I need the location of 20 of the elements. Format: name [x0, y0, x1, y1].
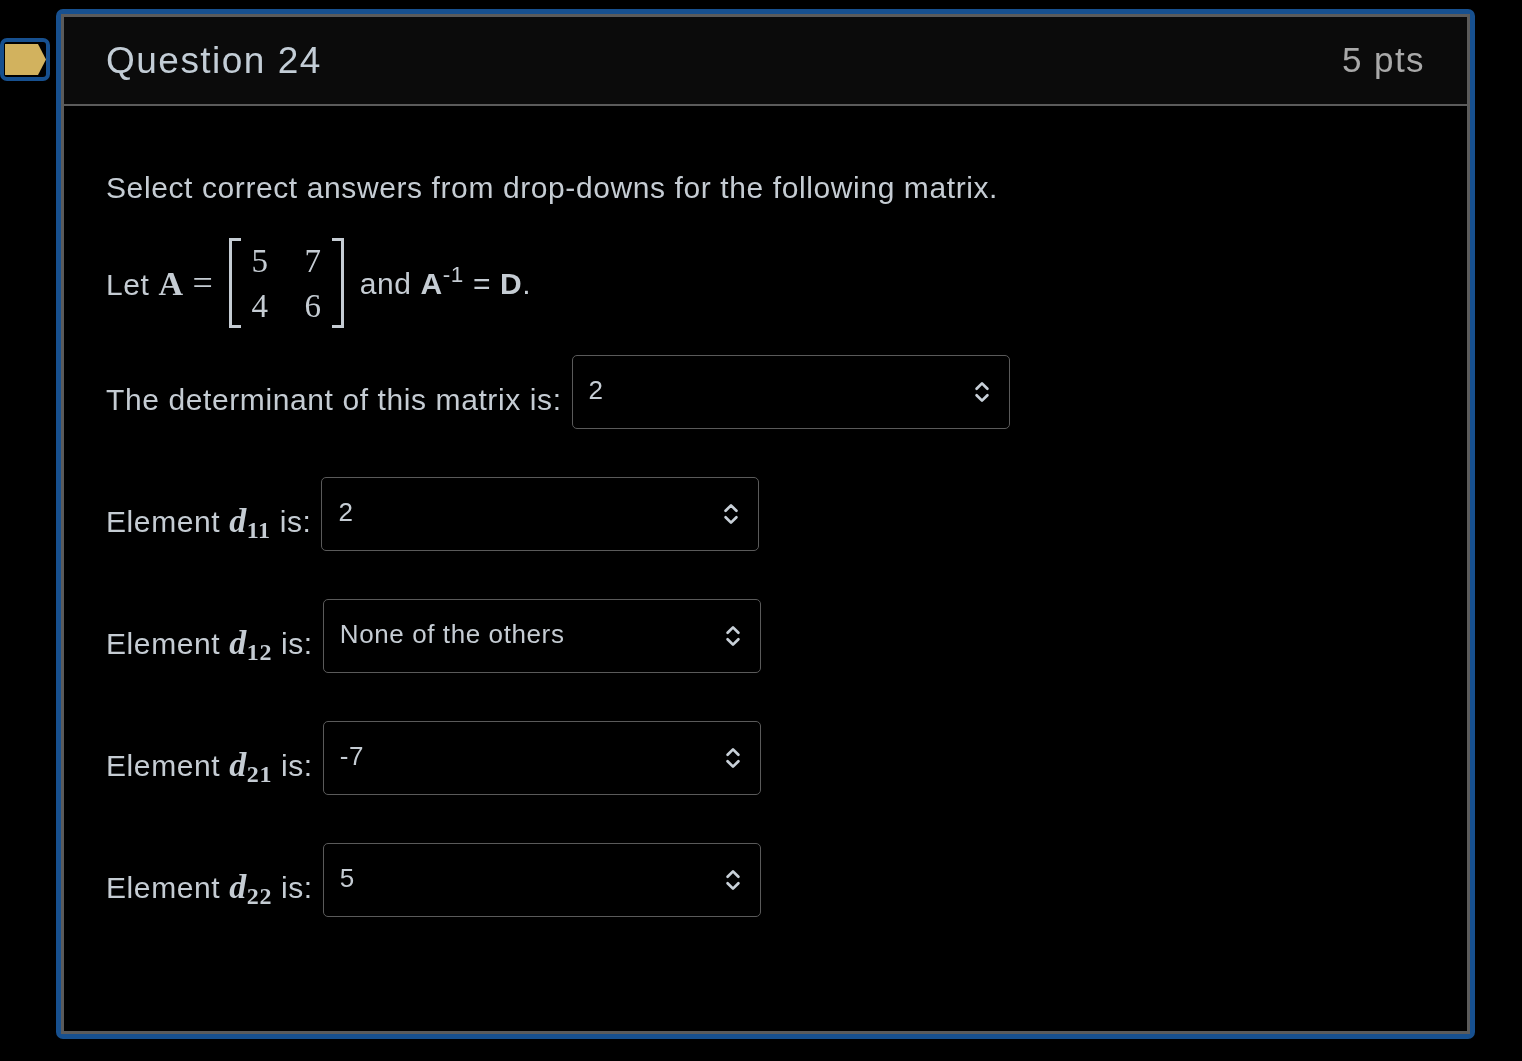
prompt-label: Element d$_{22}$ is: [106, 869, 313, 911]
points-label: 5 pts [1342, 39, 1425, 82]
answer-dropdown[interactable]: -7 [322, 721, 761, 795]
answer-dropdown[interactable]: 2 [321, 477, 760, 551]
matrix-entry: 6 [304, 286, 322, 326]
prompt-label: The determinant of this matrix is: [106, 382, 562, 418]
matrix-entry: 5 [251, 241, 269, 281]
matrix-entry: 4 [251, 286, 269, 326]
prompt-label: Element d$_{21}$ is: [106, 747, 313, 789]
answer-dropdown[interactable]: 2 [571, 355, 1010, 429]
statement-text: and A$^{-1}$ = D. [359, 261, 532, 302]
prompt-label: Element d$_{11}$ is: [106, 503, 312, 545]
flag-icon[interactable] [0, 38, 50, 81]
answer-dropdown[interactable]: None of the others [322, 599, 761, 673]
instructions-text: Select correct answers from drop-downs for the following matrix. [106, 170, 999, 206]
matrix-entry: 7 [304, 241, 322, 281]
question-title: Question 24 [106, 38, 322, 83]
prompt-label: Element d$_{12}$ is: [106, 625, 313, 667]
statement-text: Let A = [106, 262, 214, 305]
answer-dropdown[interactable]: 5 [322, 843, 761, 917]
